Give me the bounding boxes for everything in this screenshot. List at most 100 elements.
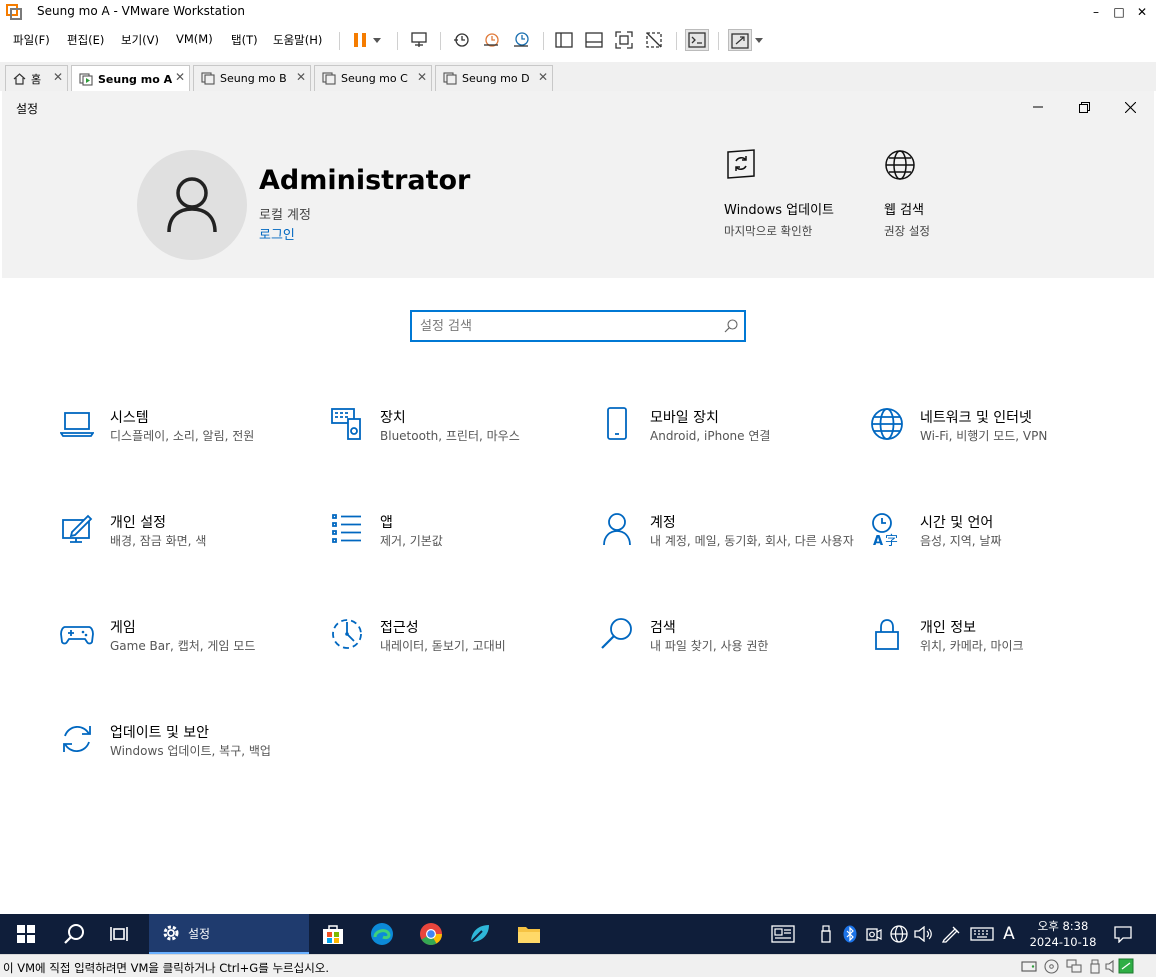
sound-card-icon[interactable] [1105,959,1117,974]
vm-running-icon [79,72,93,86]
close-tab-icon[interactable]: ✕ [296,70,306,84]
snapshot-manager-icon[interactable] [509,29,533,51]
quick-windows-update[interactable]: Windows 업데이트 마지막으로 확인한 [724,149,844,239]
pause-icon[interactable] [348,29,372,51]
menu-edit[interactable]: 편집(E) [67,32,104,48]
menu-help[interactable]: 도움말(H) [273,32,322,48]
category-title: 시간 및 언어 [920,515,994,531]
tab-seung-mo-c[interactable]: Seung mo C ✕ [314,65,432,91]
chrome-browser-icon[interactable] [408,914,454,954]
taskbar-settings-app[interactable]: 설정 [149,914,309,954]
devices-icon [330,407,364,441]
microsoft-store-icon[interactable] [310,914,356,954]
category-subtitle: 위치, 카메라, 마이크 [920,639,1024,653]
bluetooth-icon[interactable] [841,914,859,954]
search-icon [600,617,634,651]
close-tab-icon[interactable]: ✕ [175,70,185,84]
settings-search-input[interactable] [420,316,710,336]
volume-icon[interactable] [912,914,934,954]
toolbar-separator [339,32,340,50]
menu-file[interactable]: 파일(F) [13,32,50,48]
category-subtitle: 내레이터, 돋보기, 고대비 [380,639,506,653]
hard-disk-icon[interactable] [1021,959,1037,973]
category-accounts[interactable]: 계정 내 계정, 메일, 동기화, 회사, 다른 사용자 [600,512,854,572]
maximize-button[interactable]: □ [1108,0,1130,24]
keyboard-icon[interactable] [968,914,996,954]
menu-vm[interactable]: VM(M) [176,32,213,46]
stretch-icon[interactable] [728,29,752,51]
category-system[interactable]: 시스템 디스플레이, 소리, 알림, 전원 [60,407,310,467]
category-update-security[interactable]: 업데이트 및 보안 Windows 업데이트, 복구, 백업 [60,722,310,782]
edge-browser-icon[interactable] [359,914,405,954]
category-devices[interactable]: 장치 Bluetooth, 프린터, 마우스 [330,407,580,467]
tab-seung-mo-d[interactable]: Seung mo D ✕ [435,65,553,91]
usb-device-icon[interactable] [817,914,835,954]
category-personalization[interactable]: 개인 설정 배경, 잠금 화면, 색 [60,512,310,572]
tab-label: 홈 [31,72,42,86]
pen-workspace-icon[interactable] [940,914,962,954]
phone-icon [600,407,634,441]
category-network[interactable]: 네트워크 및 인터넷 Wi-Fi, 비행기 모드, VPN [870,407,1120,467]
thumbnail-bar-icon[interactable] [582,29,606,51]
settings-search-box[interactable] [410,310,746,342]
signin-link[interactable]: 로그인 [259,224,295,243]
cd-rom-icon[interactable] [1044,959,1059,974]
task-view-icon[interactable] [97,914,143,954]
network-adapter-icon[interactable] [1066,959,1082,973]
category-privacy[interactable]: 개인 정보 위치, 카메라, 마이크 [870,617,1120,677]
chevron-down-icon[interactable] [370,29,384,51]
windows-start-icon[interactable] [3,914,49,954]
settings-minimize-button[interactable] [1023,97,1053,117]
menu-tabs[interactable]: 탭(T) [231,32,258,48]
category-title: 시스템 [110,410,149,426]
tab-seung-mo-a[interactable]: Seung mo A ✕ [71,65,190,92]
search-icon[interactable] [51,914,97,954]
vm-status-icon[interactable] [1118,958,1134,974]
send-ctrl-alt-del-icon[interactable] [407,29,431,51]
window-title: Seung mo A - VMware Workstation [37,4,245,18]
toolbar-separator [440,32,441,50]
category-apps[interactable]: 앱 제거, 기본값 [330,512,580,572]
usb-icon[interactable] [1089,959,1101,974]
settings-restore-button[interactable] [1069,97,1099,117]
category-subtitle: Wi-Fi, 비행기 모드, VPN [920,429,1048,443]
clock-time[interactable]: 오후 8:38 [1028,918,1098,934]
app-shell-icon[interactable] [457,914,503,954]
tab-home[interactable]: 홈 ✕ [5,65,68,91]
category-subtitle: 배경, 잠금 화면, 색 [110,534,207,548]
console-icon[interactable] [685,29,709,51]
file-explorer-icon[interactable] [506,914,552,954]
close-tab-icon[interactable]: ✕ [538,70,548,84]
tab-label: Seung mo C [341,72,408,85]
notification-icon[interactable] [1108,914,1138,954]
network-globe-icon[interactable] [889,914,909,954]
close-tab-icon[interactable]: ✕ [53,70,63,84]
category-gaming[interactable]: 게임 Game Bar, 캡처, 게임 모드 [60,617,310,677]
menu-view[interactable]: 보기(V) [121,32,159,48]
chevron-down-icon[interactable] [752,29,766,51]
quick-web-search[interactable]: 웹 검색 권장 설정 [884,149,1004,239]
library-icon[interactable] [552,29,576,51]
revert-snapshot-icon[interactable] [479,29,503,51]
input-method-indicator[interactable]: A [998,914,1020,954]
snapshot-icon[interactable] [449,29,473,51]
category-accessibility[interactable]: 접근성 내레이터, 돋보기, 고대비 [330,617,580,677]
tab-label: Seung mo A [98,72,173,86]
close-button[interactable]: ✕ [1131,0,1153,24]
tab-label: Seung mo B [220,72,287,85]
clock-date[interactable]: 2024-10-18 [1028,935,1098,949]
category-search[interactable]: 검색 내 파일 찾기, 사용 권한 [600,617,850,677]
unity-icon[interactable] [642,29,666,51]
globe-icon [870,407,904,441]
news-widget-icon[interactable] [768,914,798,954]
close-tab-icon[interactable]: ✕ [417,70,427,84]
tab-seung-mo-b[interactable]: Seung mo B ✕ [193,65,311,91]
settings-close-button[interactable] [1115,97,1145,117]
category-time-language[interactable]: A字 시간 및 언어 음성, 지역, 날짜 [870,512,1120,572]
camera-device-icon[interactable] [865,914,883,954]
category-mobile[interactable]: 모바일 장치 Android, iPhone 연결 [600,407,850,467]
full-screen-icon[interactable] [612,29,636,51]
vm-console[interactable]: 설정 Administrator 로컬 계정 로그인 Windows 업데이트 … [2,91,1154,914]
minimize-button[interactable]: – [1085,0,1107,24]
vm-tab-bar: 홈 ✕ Seung mo A ✕ Seung mo B ✕ Seung mo C… [0,62,1156,92]
